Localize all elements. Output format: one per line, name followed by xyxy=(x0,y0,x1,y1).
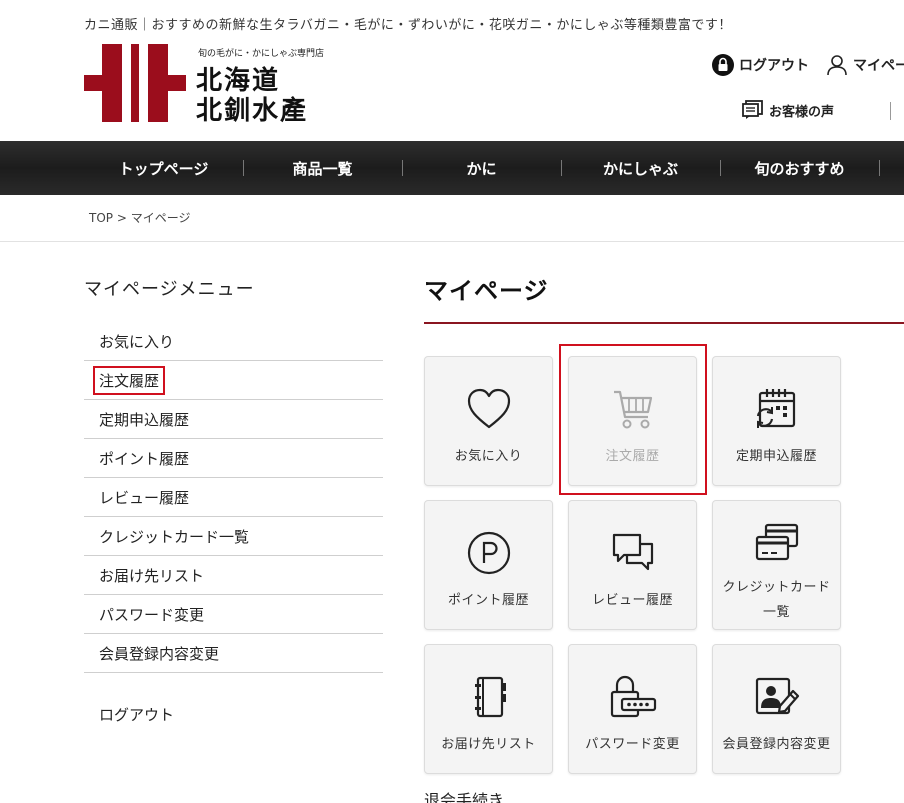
tile-label: 定期申込履歴 xyxy=(735,449,817,464)
sidebar-item-favorites[interactable]: お気に入り xyxy=(84,322,383,361)
header-mypage-link[interactable]: マイペー xyxy=(826,54,904,76)
header-logout-label: ログアウト xyxy=(739,58,809,74)
header-logout-link[interactable]: ログアウト xyxy=(712,54,809,76)
tile-favorites[interactable]: お気に入り xyxy=(424,356,553,486)
header-voice-label: お客様の声 xyxy=(769,104,835,120)
password-lock-icon xyxy=(610,675,656,718)
tile-label: パスワード変更 xyxy=(585,737,680,752)
sidebar-item-password-change[interactable]: パスワード変更 xyxy=(84,595,383,634)
breadcrumb: TOP > マイページ xyxy=(89,209,191,226)
tile-subscription-history[interactable]: 定期申込履歴 xyxy=(712,356,841,486)
customer-voice-icon xyxy=(742,100,763,119)
lock-icon xyxy=(712,54,734,76)
nav-crab[interactable]: かに xyxy=(402,141,561,195)
sidebar-item-label: 定期申込履歴 xyxy=(99,410,190,429)
global-nav: トップページ 商品一覧 かに かにしゃぶ 旬のおすすめ xyxy=(0,141,904,195)
sidebar-item-label: レビュー履歴 xyxy=(99,488,190,507)
sidebar-logout-link[interactable]: ログアウト xyxy=(99,704,174,725)
sidebar-item-subscription-history[interactable]: 定期申込履歴 xyxy=(84,400,383,439)
tile-label-line-1: クレジットカード xyxy=(722,580,831,595)
sidebar-item-label: 会員登録内容変更 xyxy=(99,644,220,663)
header-voice-link[interactable]: お客様の声 xyxy=(742,100,834,120)
sidebar-item-address-list[interactable]: お届け先リスト xyxy=(84,556,383,595)
tile-label: お気に入り xyxy=(454,449,523,464)
header-mypage-label: マイペー xyxy=(853,58,904,74)
sidebar-item-label: 注文履歴 xyxy=(93,365,166,395)
credit-card-icon xyxy=(755,523,798,561)
logo-line-2: 北釧水產 xyxy=(196,96,309,126)
tile-label: ポイント履歴 xyxy=(447,593,529,608)
heart-icon xyxy=(467,388,510,429)
nav-kanishabu[interactable]: かにしゃぶ xyxy=(561,141,720,195)
tile-credit-cards[interactable]: クレジットカード 一覧 xyxy=(712,500,841,630)
tile-profile-edit[interactable]: 会員登録内容変更 xyxy=(712,644,841,774)
site-tagline: カニ通販｜おすすめの新鮮な生タラバガニ・毛がに・ずわいがに・花咲ガニ・かにしゃぶ… xyxy=(84,18,732,33)
tile-review-history[interactable]: レビュー履歴 xyxy=(568,500,697,630)
sidebar-menu: お気に入り 注文履歴 定期申込履歴 ポイント履歴 レビュー履歴 クレジットカード… xyxy=(84,322,383,673)
sidebar-item-label: ポイント履歴 xyxy=(99,449,190,468)
sidebar-item-review-history[interactable]: レビュー履歴 xyxy=(84,478,383,517)
tile-label: 会員登録内容変更 xyxy=(722,737,831,752)
nav-separator xyxy=(879,160,880,176)
profile-edit-icon xyxy=(755,677,799,715)
sidebar-item-credit-cards[interactable]: クレジットカード一覧 xyxy=(84,517,383,556)
calendar-repeat-icon xyxy=(756,389,795,428)
sidebar-title: マイページメニュー xyxy=(84,279,255,300)
withdraw-link[interactable]: 退会手続き xyxy=(424,787,504,803)
point-icon xyxy=(467,531,510,575)
breadcrumb-separator: > xyxy=(116,211,127,225)
title-underline xyxy=(424,322,904,324)
sidebar-item-point-history[interactable]: ポイント履歴 xyxy=(84,439,383,478)
tile-label: レビュー履歴 xyxy=(591,593,673,608)
breadcrumb-divider xyxy=(0,241,904,242)
site-logo[interactable]: 旬の毛がに・かにしゃぶ専門店 北海道 北釧水產 xyxy=(84,44,344,126)
user-icon xyxy=(827,55,847,76)
address-book-icon xyxy=(474,676,506,718)
nav-seasonal[interactable]: 旬のおすすめ xyxy=(720,141,879,195)
sidebar-item-label: クレジットカード一覧 xyxy=(99,527,250,546)
logo-subtitle: 旬の毛がに・かにしゃぶ専門店 xyxy=(198,49,325,59)
sidebar-item-label: お気に入り xyxy=(99,332,175,351)
tile-order-history[interactable]: 注文履歴 xyxy=(568,356,697,486)
breadcrumb-current: マイページ xyxy=(130,211,191,225)
sidebar-item-order-history[interactable]: 注文履歴 xyxy=(84,361,383,400)
tile-label-line-2: 一覧 xyxy=(762,605,790,620)
sidebar-item-label: お届け先リスト xyxy=(99,566,205,585)
sidebar-item-profile-edit[interactable]: 会員登録内容変更 xyxy=(84,634,383,673)
nav-products[interactable]: 商品一覧 xyxy=(243,141,402,195)
logo-mark-icon xyxy=(84,44,186,122)
breadcrumb-home[interactable]: TOP xyxy=(89,211,113,225)
sidebar-item-label: パスワード変更 xyxy=(99,605,205,624)
nav-top-page[interactable]: トップページ xyxy=(84,141,243,195)
tile-label: お届け先リスト xyxy=(441,737,536,752)
tile-label: 注文履歴 xyxy=(605,449,660,464)
cart-icon xyxy=(613,390,652,429)
header-separator xyxy=(890,102,891,120)
tile-address-list[interactable]: お届け先リスト xyxy=(424,644,553,774)
tile-password-change[interactable]: パスワード変更 xyxy=(568,644,697,774)
page-title: マイページ xyxy=(424,277,549,305)
tile-point-history[interactable]: ポイント履歴 xyxy=(424,500,553,630)
chat-icon xyxy=(612,533,653,571)
